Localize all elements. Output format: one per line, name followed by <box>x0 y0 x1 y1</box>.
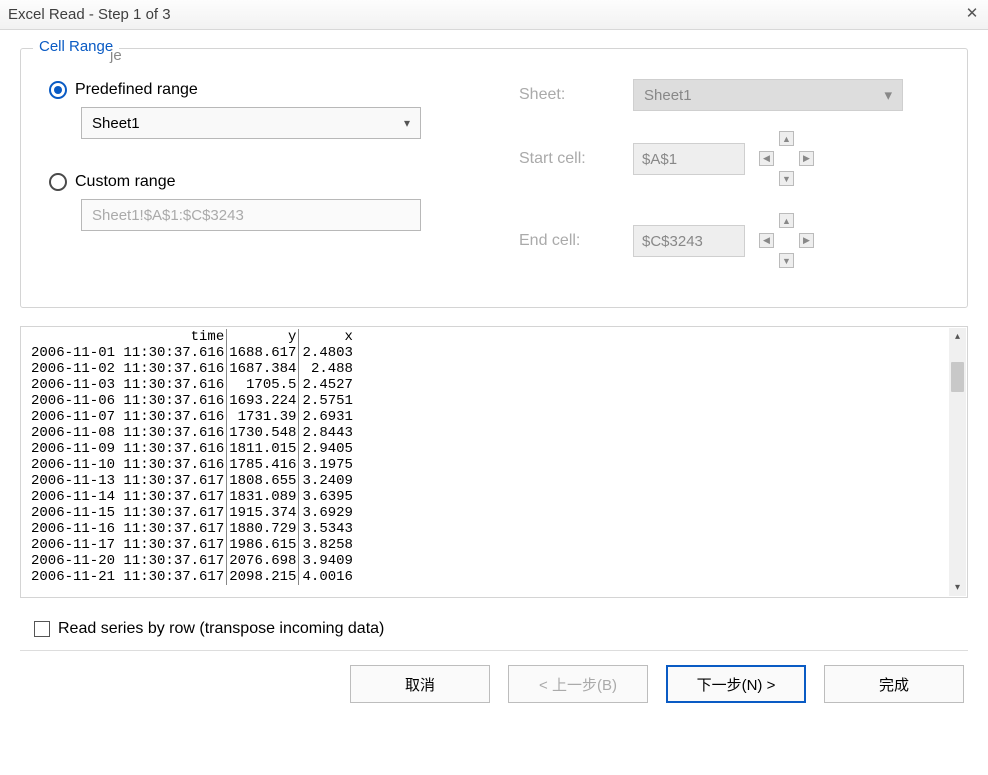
window-title: Excel Read - Step 1 of 3 <box>8 6 171 23</box>
step-up-button[interactable]: ▲ <box>779 131 794 146</box>
table-row: 2006-11-10 11:30:37.6161785.4163.1975 <box>29 457 355 473</box>
custom-range-radio[interactable]: Custom range <box>49 173 479 191</box>
column-header: y <box>227 329 299 345</box>
custom-range-value: Sheet1!$A$1:$C$3243 <box>92 207 244 224</box>
end-cell-stepper: ▲ ◀ ▶ ▼ <box>759 213 815 269</box>
table-row: 2006-11-13 11:30:37.6171808.6553.2409 <box>29 473 355 489</box>
predefined-range-value: Sheet1 <box>92 115 140 132</box>
predefined-range-label: Predefined range <box>75 81 198 99</box>
start-cell-input[interactable]: $A$1 <box>633 143 745 175</box>
end-cell-input[interactable]: $C$3243 <box>633 225 745 257</box>
predefined-range-radio[interactable]: Predefined range <box>49 81 479 99</box>
preview-scrollbar[interactable]: ▴ ▾ <box>949 328 966 596</box>
custom-range-label: Custom range <box>75 173 176 191</box>
column-header: time <box>29 329 227 345</box>
table-row: 2006-11-17 11:30:37.6171986.6153.8258 <box>29 537 355 553</box>
sheet-value: Sheet1 <box>644 87 692 104</box>
cancel-button[interactable]: 取消 <box>350 665 490 703</box>
chevron-down-icon: ▾ <box>404 116 410 130</box>
transpose-checkbox[interactable]: Read series by row (transpose incoming d… <box>34 620 968 638</box>
table-row: 2006-11-03 11:30:37.6161705.52.4527 <box>29 377 355 393</box>
step-down-button[interactable]: ▼ <box>779 253 794 268</box>
step-left-button[interactable]: ◀ <box>759 151 774 166</box>
custom-range-input[interactable]: Sheet1!$A$1:$C$3243 <box>81 199 421 231</box>
radio-selected-icon <box>49 81 67 99</box>
cell-range-legend: Cell Range <box>33 38 119 55</box>
sheet-select[interactable]: Sheet1 ▾ <box>633 79 903 111</box>
table-row: 2006-11-01 11:30:37.6161688.6172.4803 <box>29 345 355 361</box>
step-right-button[interactable]: ▶ <box>799 233 814 248</box>
cell-range-group: Cell Range je Predefined range Sheet1 ▾ … <box>20 48 968 308</box>
table-row: 2006-11-02 11:30:37.6161687.3842.488 <box>29 361 355 377</box>
back-button: < 上一步(B) <box>508 665 648 703</box>
step-right-button[interactable]: ▶ <box>799 151 814 166</box>
radio-unselected-icon <box>49 173 67 191</box>
table-row: 2006-11-08 11:30:37.6161730.5482.8443 <box>29 425 355 441</box>
table-row: 2006-11-16 11:30:37.6171880.7293.5343 <box>29 521 355 537</box>
table-row: 2006-11-14 11:30:37.6171831.0893.6395 <box>29 489 355 505</box>
close-icon[interactable]: ✕ <box>964 7 980 23</box>
preview-table: timeyx2006-11-01 11:30:37.6161688.6172.4… <box>29 329 355 585</box>
column-header: x <box>299 329 355 345</box>
next-button[interactable]: 下一步(N) > <box>666 665 806 703</box>
transpose-label: Read series by row (transpose incoming d… <box>58 620 384 638</box>
scroll-thumb[interactable] <box>951 362 964 392</box>
sheet-label: Sheet: <box>519 86 619 104</box>
step-up-button[interactable]: ▲ <box>779 213 794 228</box>
data-preview: timeyx2006-11-01 11:30:37.6161688.6172.4… <box>20 326 968 598</box>
checkbox-icon <box>34 621 50 637</box>
finish-button[interactable]: 完成 <box>824 665 964 703</box>
table-row: 2006-11-20 11:30:37.6172076.6983.9409 <box>29 553 355 569</box>
table-row: 2006-11-06 11:30:37.6161693.2242.5751 <box>29 393 355 409</box>
separator <box>20 650 968 651</box>
end-cell-label: End cell: <box>519 232 619 250</box>
table-row: 2006-11-21 11:30:37.6172098.2154.0016 <box>29 569 355 585</box>
chevron-down-icon: ▾ <box>884 86 892 104</box>
step-left-button[interactable]: ◀ <box>759 233 774 248</box>
table-row: 2006-11-15 11:30:37.6171915.3743.6929 <box>29 505 355 521</box>
start-cell-value: $A$1 <box>642 151 677 168</box>
start-cell-label: Start cell: <box>519 150 619 168</box>
table-row: 2006-11-09 11:30:37.6161811.0152.9405 <box>29 441 355 457</box>
table-row: 2006-11-07 11:30:37.6161731.392.6931 <box>29 409 355 425</box>
scroll-down-icon[interactable]: ▾ <box>949 579 966 596</box>
predefined-range-select[interactable]: Sheet1 ▾ <box>81 107 421 139</box>
title-bar: Excel Read - Step 1 of 3 ✕ <box>0 0 988 30</box>
end-cell-value: $C$3243 <box>642 233 703 250</box>
step-down-button[interactable]: ▼ <box>779 171 794 186</box>
start-cell-stepper: ▲ ◀ ▶ ▼ <box>759 131 815 187</box>
scroll-up-icon[interactable]: ▴ <box>949 328 966 345</box>
